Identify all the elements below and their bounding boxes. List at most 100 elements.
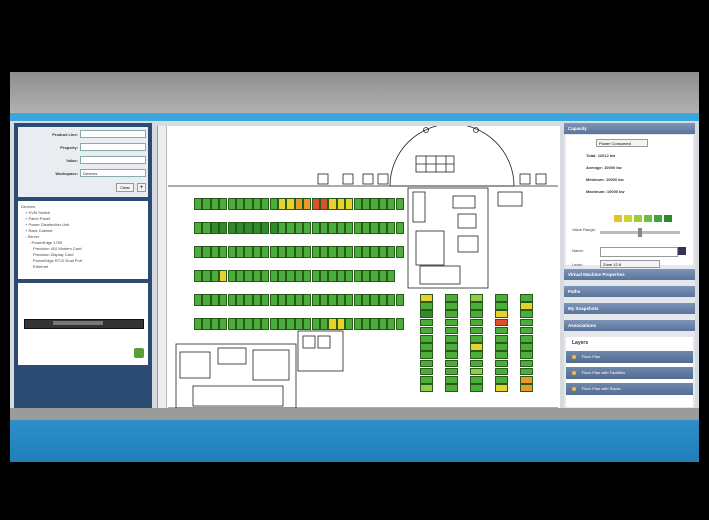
rack[interactable] bbox=[278, 318, 287, 330]
rack[interactable] bbox=[353, 270, 362, 282]
rack[interactable] bbox=[219, 222, 228, 234]
value-range-slider[interactable] bbox=[600, 228, 680, 237]
rack[interactable] bbox=[353, 222, 362, 234]
rack[interactable] bbox=[336, 222, 345, 234]
rack[interactable] bbox=[370, 294, 379, 306]
rack[interactable] bbox=[252, 198, 261, 210]
rack[interactable] bbox=[269, 270, 278, 282]
value-input[interactable] bbox=[80, 156, 146, 164]
tree-item[interactable]: - Server bbox=[25, 234, 39, 239]
rack[interactable] bbox=[286, 294, 295, 306]
rack[interactable] bbox=[194, 198, 203, 210]
tree-item[interactable]: + Rack Cabinet bbox=[25, 228, 52, 233]
rack[interactable] bbox=[370, 318, 379, 330]
rack[interactable] bbox=[328, 270, 337, 282]
rack[interactable] bbox=[362, 222, 371, 234]
rack[interactable] bbox=[336, 294, 345, 306]
section-associations[interactable]: Associations bbox=[564, 320, 695, 331]
tree-item[interactable]: - PowerEdge 1750 bbox=[29, 240, 62, 245]
rack[interactable] bbox=[202, 270, 211, 282]
rack[interactable] bbox=[353, 318, 362, 330]
rack[interactable] bbox=[495, 384, 508, 392]
clear-button[interactable]: Clear bbox=[116, 183, 134, 192]
rack[interactable] bbox=[336, 246, 345, 258]
product-line-input[interactable] bbox=[80, 130, 146, 138]
slider-handle[interactable] bbox=[638, 228, 642, 237]
rack[interactable] bbox=[269, 198, 278, 210]
rack[interactable] bbox=[495, 367, 508, 376]
rack[interactable] bbox=[345, 198, 354, 210]
rack[interactable] bbox=[336, 198, 345, 210]
rack[interactable] bbox=[420, 367, 433, 376]
rack[interactable] bbox=[328, 222, 337, 234]
rack[interactable] bbox=[227, 318, 236, 330]
rack[interactable] bbox=[311, 318, 320, 330]
rack[interactable] bbox=[328, 294, 337, 306]
layers-header[interactable]: Layers bbox=[572, 340, 588, 346]
rack[interactable] bbox=[252, 246, 261, 258]
rack[interactable] bbox=[445, 376, 458, 384]
property-input[interactable] bbox=[80, 143, 146, 151]
rack[interactable] bbox=[286, 246, 295, 258]
rack[interactable] bbox=[210, 270, 219, 282]
rack[interactable] bbox=[420, 359, 433, 368]
rack[interactable] bbox=[286, 270, 295, 282]
rack[interactable] bbox=[470, 294, 483, 302]
rack[interactable] bbox=[420, 310, 433, 318]
rack[interactable] bbox=[395, 246, 404, 258]
rack[interactable] bbox=[445, 310, 458, 318]
rack[interactable] bbox=[353, 198, 362, 210]
rack[interactable] bbox=[495, 310, 508, 318]
rack[interactable] bbox=[269, 318, 278, 330]
rack[interactable] bbox=[227, 270, 236, 282]
rack[interactable] bbox=[387, 270, 396, 282]
rack[interactable] bbox=[320, 270, 329, 282]
rack[interactable] bbox=[320, 222, 329, 234]
rack[interactable] bbox=[210, 222, 219, 234]
rack[interactable] bbox=[345, 294, 354, 306]
rack[interactable] bbox=[244, 198, 253, 210]
rack[interactable] bbox=[261, 198, 270, 210]
rack[interactable] bbox=[420, 326, 433, 335]
tree-item[interactable]: PowerEdge R710 Dual Port bbox=[33, 258, 82, 263]
rack[interactable] bbox=[520, 359, 533, 368]
rack[interactable] bbox=[520, 310, 533, 318]
rack[interactable] bbox=[194, 294, 203, 306]
rack[interactable] bbox=[445, 294, 458, 302]
rack[interactable] bbox=[370, 246, 379, 258]
rack[interactable] bbox=[252, 318, 261, 330]
rack[interactable] bbox=[470, 351, 483, 359]
rack[interactable] bbox=[244, 318, 253, 330]
rack[interactable] bbox=[236, 198, 245, 210]
floor-plan[interactable] bbox=[157, 126, 560, 408]
section-paths[interactable]: Paths bbox=[564, 286, 695, 297]
rack[interactable] bbox=[252, 294, 261, 306]
rack[interactable] bbox=[520, 367, 533, 376]
rack[interactable] bbox=[370, 198, 379, 210]
rack[interactable] bbox=[303, 318, 312, 330]
rack[interactable] bbox=[420, 318, 433, 327]
rack[interactable] bbox=[244, 270, 253, 282]
rack[interactable] bbox=[470, 343, 483, 351]
tree-item[interactable]: Precision Display Card bbox=[33, 252, 73, 257]
rack[interactable] bbox=[303, 270, 312, 282]
add-button[interactable]: + bbox=[137, 183, 146, 192]
rack[interactable] bbox=[362, 318, 371, 330]
rack[interactable] bbox=[353, 294, 362, 306]
tree-item[interactable]: + Power Distribution Unit bbox=[25, 222, 69, 227]
rack[interactable] bbox=[470, 326, 483, 335]
rack[interactable] bbox=[328, 246, 337, 258]
rack[interactable] bbox=[362, 198, 371, 210]
rack[interactable] bbox=[420, 335, 433, 343]
rack[interactable] bbox=[387, 318, 396, 330]
rack[interactable] bbox=[261, 318, 270, 330]
rack[interactable] bbox=[286, 222, 295, 234]
rack[interactable] bbox=[370, 270, 379, 282]
rack[interactable] bbox=[320, 318, 329, 330]
rack[interactable] bbox=[378, 270, 387, 282]
rack[interactable] bbox=[227, 222, 236, 234]
rack[interactable] bbox=[311, 198, 320, 210]
rack[interactable] bbox=[311, 222, 320, 234]
rack[interactable] bbox=[294, 270, 303, 282]
rack[interactable] bbox=[219, 198, 228, 210]
